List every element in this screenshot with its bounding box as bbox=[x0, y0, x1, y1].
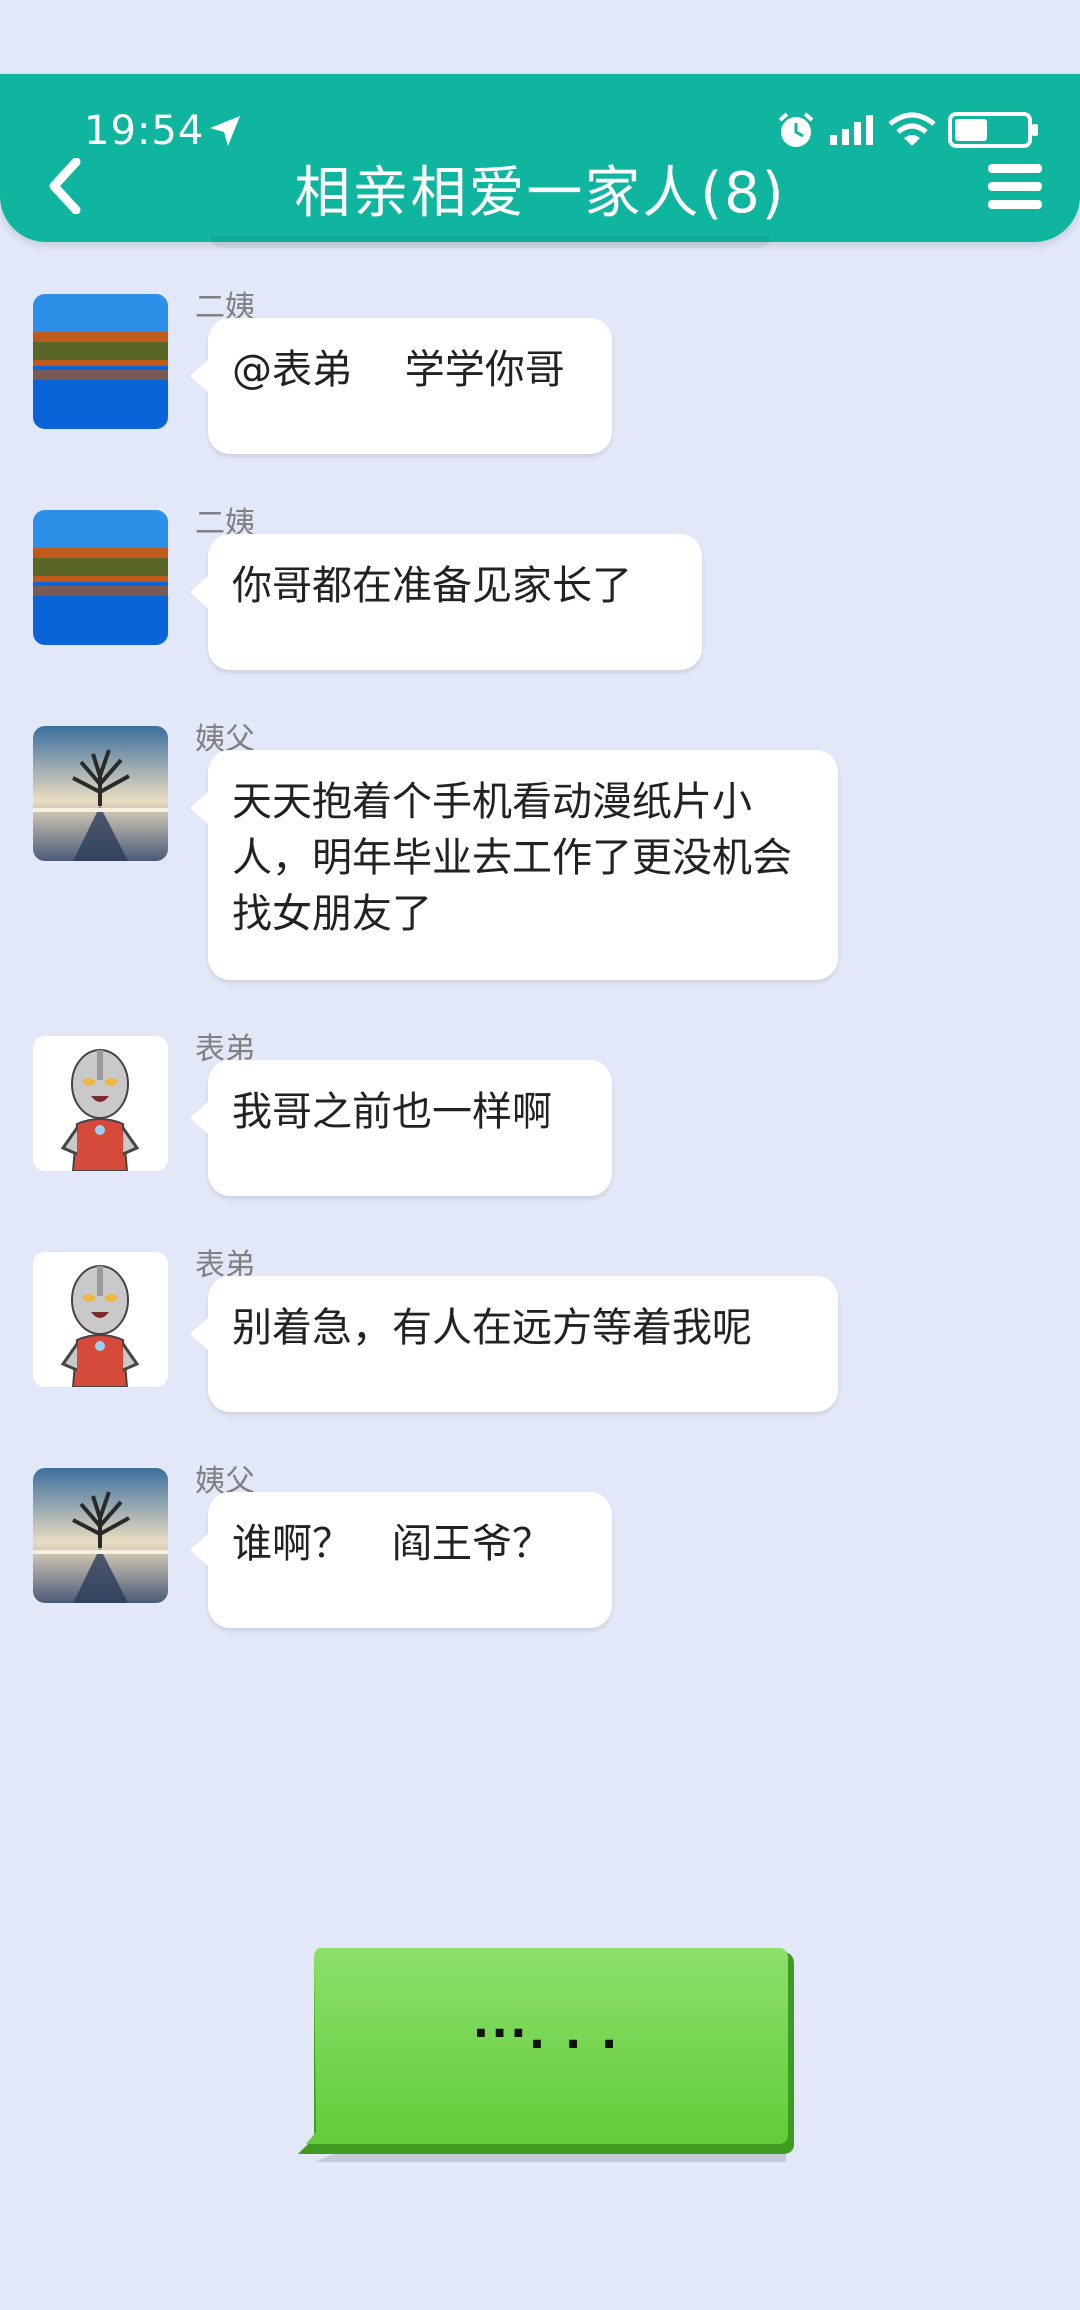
battery-icon bbox=[948, 112, 1038, 148]
message-bubble[interactable]: 我哥之前也一样啊 bbox=[190, 1060, 612, 1196]
message-bubble[interactable]: 别着急，有人在远方等着我呢 bbox=[190, 1276, 838, 1412]
avatar[interactable] bbox=[33, 726, 168, 861]
avatar[interactable] bbox=[33, 1252, 168, 1387]
previous-message-edge bbox=[210, 236, 770, 248]
tree-sunset-avatar-icon bbox=[33, 1468, 168, 1603]
avatar[interactable] bbox=[33, 1468, 168, 1603]
status-icons bbox=[776, 110, 1040, 150]
speech-bubble-shape bbox=[298, 1948, 794, 2162]
location-arrow-icon bbox=[210, 116, 240, 146]
reply-bubble[interactable]: ···. . . bbox=[296, 1948, 796, 2174]
chat-header: 19:54 相亲相爱一家人(8) bbox=[0, 74, 1080, 242]
menu-icon[interactable] bbox=[986, 162, 1044, 212]
avatar[interactable] bbox=[33, 510, 168, 645]
signal-icon bbox=[830, 115, 873, 145]
message-bubble[interactable]: 你哥都在准备见家长了 bbox=[190, 534, 702, 670]
lake-autumn-avatar-icon bbox=[33, 510, 168, 645]
avatar[interactable] bbox=[33, 294, 168, 429]
alarm-icon bbox=[778, 112, 814, 147]
ultraman-avatar-icon bbox=[60, 1049, 140, 1171]
lake-autumn-avatar-icon bbox=[33, 294, 168, 429]
wifi-icon bbox=[888, 112, 936, 146]
chat-title: 相亲相爱一家人(8) bbox=[294, 161, 786, 226]
message-bubble[interactable]: 谁啊？ 阎王爷？ bbox=[190, 1492, 612, 1628]
reply-bubble-text: ···. . . bbox=[472, 2008, 620, 2059]
avatar[interactable] bbox=[33, 1036, 168, 1171]
ultraman-avatar-icon bbox=[60, 1265, 140, 1387]
message-bubble[interactable]: 天天抱着个手机看动漫纸片小人，明年毕业去工作了更没机会找女朋友了 bbox=[190, 750, 838, 980]
tree-sunset-avatar-icon bbox=[33, 726, 168, 861]
message-bubble[interactable]: @表弟 学学你哥 bbox=[190, 318, 612, 454]
